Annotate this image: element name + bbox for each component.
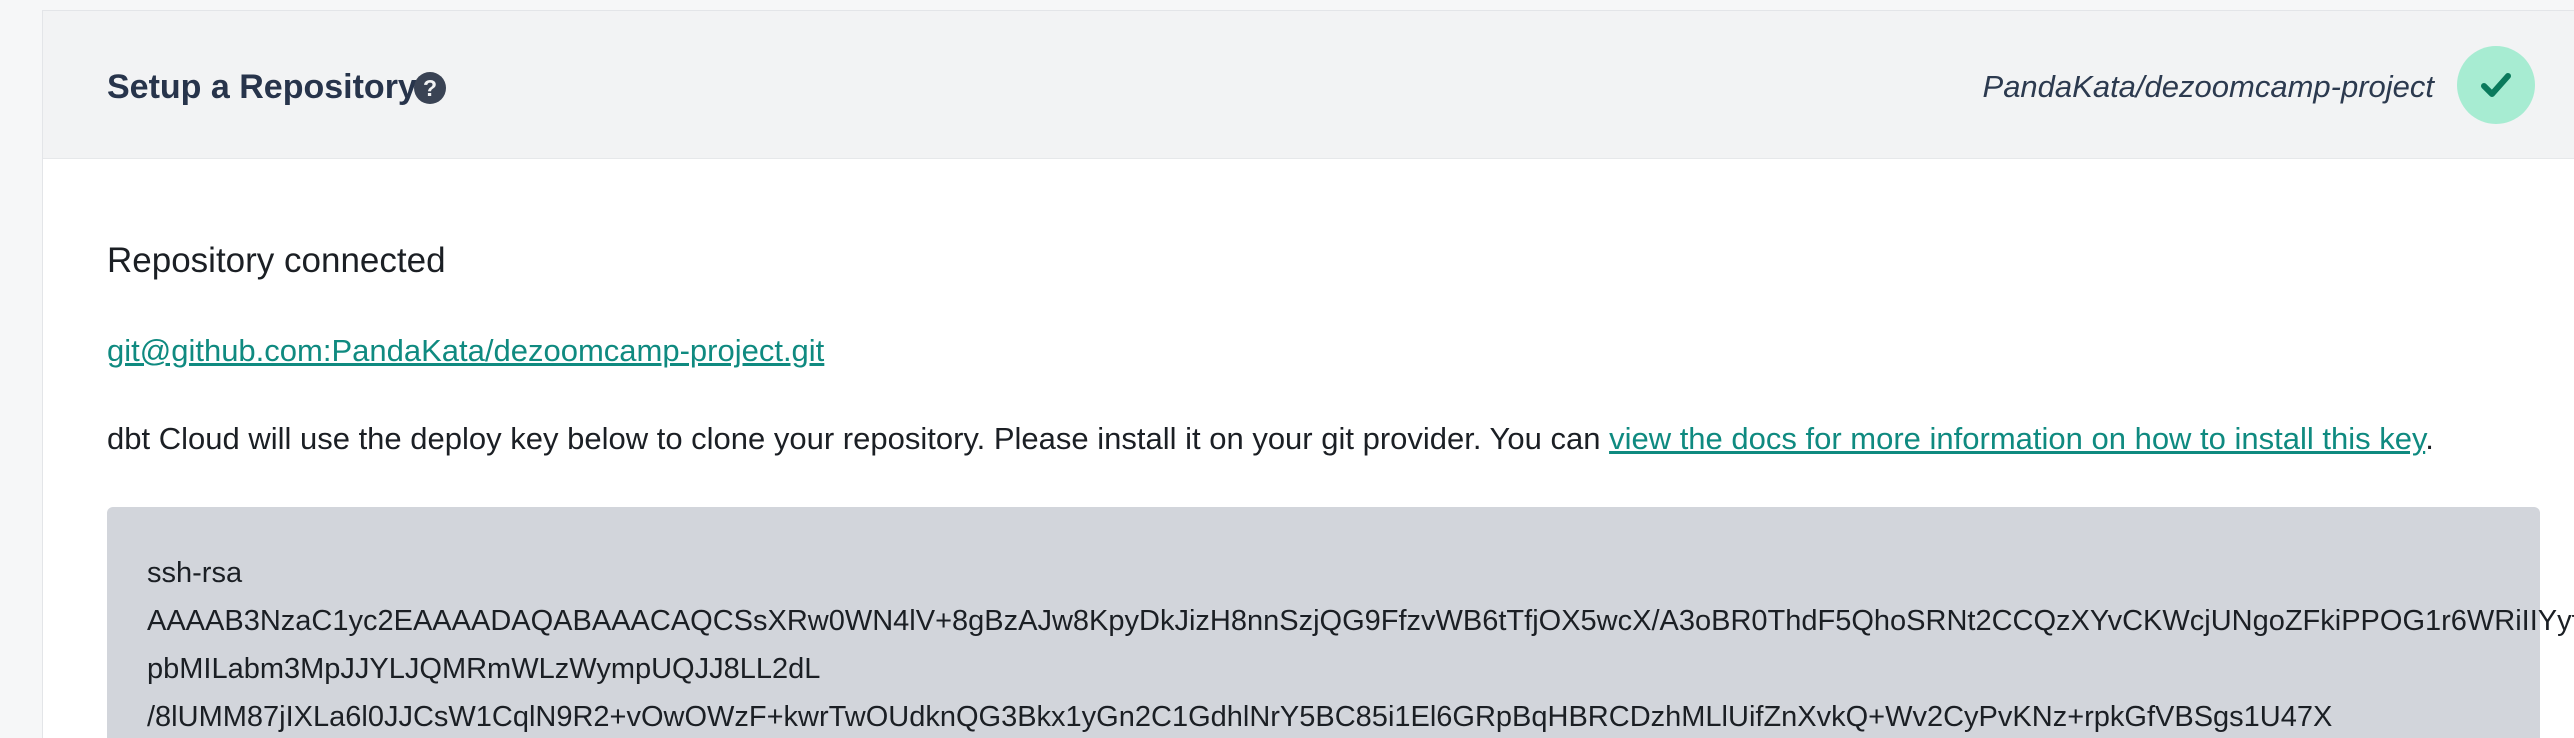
svg-text:?: ? xyxy=(423,75,437,101)
git-url-link[interactable]: git@github.com:PandaKata/dezoomcamp-proj… xyxy=(107,331,824,371)
instructions-text: dbt Cloud will use the deploy key below … xyxy=(107,421,1610,456)
deploy-key-line: pbMILabm3MpJJYLJQMRmWLzWympUQJJ8LL2dL xyxy=(147,653,821,685)
card-header: Setup a Repository ? PandaKata/dezoomcam… xyxy=(43,11,2574,159)
deploy-key-line: /8lUMM87jIXLa6l0JJCsW1CqlN9R2+vOwOWzF+kw… xyxy=(147,701,2333,733)
page-title: Setup a Repository xyxy=(107,68,417,106)
deploy-key-instructions: dbt Cloud will use the deploy key below … xyxy=(107,419,2434,459)
check-icon xyxy=(2481,73,2511,97)
deploy-key-line: ssh-rsa xyxy=(147,557,243,589)
page: Setup a Repository ? PandaKata/dezoomcam… xyxy=(0,0,2574,738)
connected-status-badge xyxy=(2457,46,2535,124)
repository-name: PandaKata/dezoomcamp-project xyxy=(1982,69,2434,104)
deploy-key-box[interactable]: ssh-rsa AAAAB3NzaC1yc2EAAAADAQABAAACAQCS… xyxy=(107,507,2574,738)
repository-setup-card: Setup a Repository ? PandaKata/dezoomcam… xyxy=(42,10,2574,738)
connection-status-text: Repository connected xyxy=(107,241,446,280)
instructions-period: . xyxy=(2425,421,2434,456)
docs-link[interactable]: view the docs for more information on ho… xyxy=(1609,421,2425,456)
deploy-key-line: AAAAB3NzaC1yc2EAAAADAQABAAACAQCSsXRw0WN4… xyxy=(147,605,2574,637)
question-circle-icon[interactable]: ? xyxy=(413,71,447,105)
